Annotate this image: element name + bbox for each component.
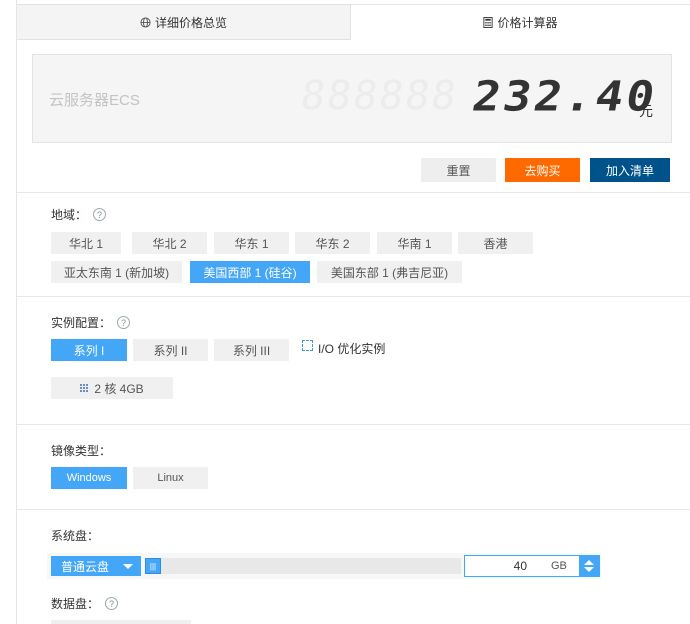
globe-icon (140, 16, 151, 28)
tab-price-overview-label: 详细价格总览 (154, 15, 227, 30)
disk-size-spinner[interactable] (579, 556, 599, 576)
disk-size-unit: GB (551, 560, 567, 572)
image-option-windows[interactable]: Windows (51, 467, 127, 489)
region-option-us-west[interactable]: 美国西部 1 (硅谷) (190, 261, 310, 283)
add-to-cart-button[interactable]: 加入清单 (590, 158, 670, 182)
checkbox-icon[interactable] (302, 340, 313, 351)
region-option-huabei-1[interactable]: 华北 1 (51, 232, 121, 254)
disk-type-select[interactable]: 普通云盘 (51, 556, 141, 576)
instance-spec-label: 2 核 4GB (94, 381, 144, 396)
region-label-text: 地域： (51, 208, 88, 222)
reset-button[interactable]: 重置 (421, 158, 496, 182)
price-value: 232.40 (468, 71, 662, 121)
grid-icon (80, 384, 89, 392)
tab-price-overview[interactable]: 详细价格总览 (17, 4, 351, 40)
series-option-3[interactable]: 系列 III (214, 339, 289, 361)
calculator-icon (483, 17, 494, 28)
instance-config-label: 实例配置： ? (51, 314, 131, 331)
io-optimized-checkbox[interactable]: I/O 优化实例 (302, 340, 385, 357)
data-disk-label-text: 数据盘： (51, 597, 100, 611)
region-label: 地域： ? (51, 206, 107, 223)
data-disk-label: 数据盘： ? (51, 595, 119, 612)
disk-size-input[interactable] (465, 557, 527, 575)
disk-size-field: GB (464, 555, 600, 577)
disk-type-value: 普通云盘 (61, 559, 110, 574)
disk-size-slider[interactable]: ||| (145, 558, 461, 574)
series-option-2[interactable]: 系列 II (133, 339, 208, 361)
tab-bar: 详细价格总览 价格计算器 (17, 4, 690, 40)
data-disk-option[interactable] (51, 620, 191, 624)
region-option-huadong-1[interactable]: 华东 1 (214, 232, 289, 254)
product-name: 云服务器ECS (49, 92, 140, 109)
region-option-singapore[interactable]: 亚太东南 1 (新加坡) (51, 261, 182, 283)
section-divider (17, 296, 690, 297)
image-type-label-text: 镜像类型： (51, 444, 112, 458)
price-calculator-panel: 详细价格总览 价格计算器 云服务器ECS 888888 232.40 元 重置 … (16, 0, 690, 624)
buy-button[interactable]: 去购买 (505, 158, 580, 182)
arrow-down-icon[interactable] (584, 567, 594, 572)
section-divider (17, 192, 690, 193)
help-icon[interactable]: ? (117, 316, 131, 329)
region-option-huabei-2[interactable]: 华北 2 (132, 232, 207, 254)
help-icon[interactable]: ? (93, 208, 107, 221)
io-optimized-label: I/O 优化实例 (318, 342, 386, 356)
arrow-up-icon[interactable] (584, 560, 594, 565)
image-type-label: 镜像类型： (51, 442, 111, 459)
region-option-us-east[interactable]: 美国东部 1 (弗吉尼亚) (317, 261, 462, 283)
series-option-1[interactable]: 系列 I (51, 339, 127, 361)
tab-price-calculator-label: 价格计算器 (497, 16, 558, 30)
instance-spec-option[interactable]: 2 核 4GB (51, 377, 173, 399)
price-display: 云服务器ECS 888888 232.40 元 (32, 54, 672, 143)
price-unit: 元 (639, 103, 653, 119)
tab-price-calculator[interactable]: 价格计算器 (351, 4, 690, 40)
region-option-huanan-1[interactable]: 华南 1 (377, 232, 452, 254)
slider-handle[interactable]: ||| (145, 558, 161, 574)
price-segment-background: 888888 (297, 73, 461, 119)
region-option-huadong-2[interactable]: 华东 2 (295, 232, 370, 254)
section-divider (17, 509, 690, 510)
instance-config-label-text: 实例配置： (51, 316, 112, 330)
region-option-hongkong[interactable]: 香港 (458, 232, 533, 254)
system-disk-row: 普通云盘 ||| GB (47, 553, 601, 579)
image-option-linux[interactable]: Linux (133, 467, 208, 489)
help-icon[interactable]: ? (105, 597, 119, 610)
chevron-down-icon (123, 564, 133, 569)
system-disk-label-text: 系统盘： (51, 529, 100, 543)
section-divider (17, 424, 690, 425)
system-disk-label: 系统盘： (51, 527, 99, 544)
